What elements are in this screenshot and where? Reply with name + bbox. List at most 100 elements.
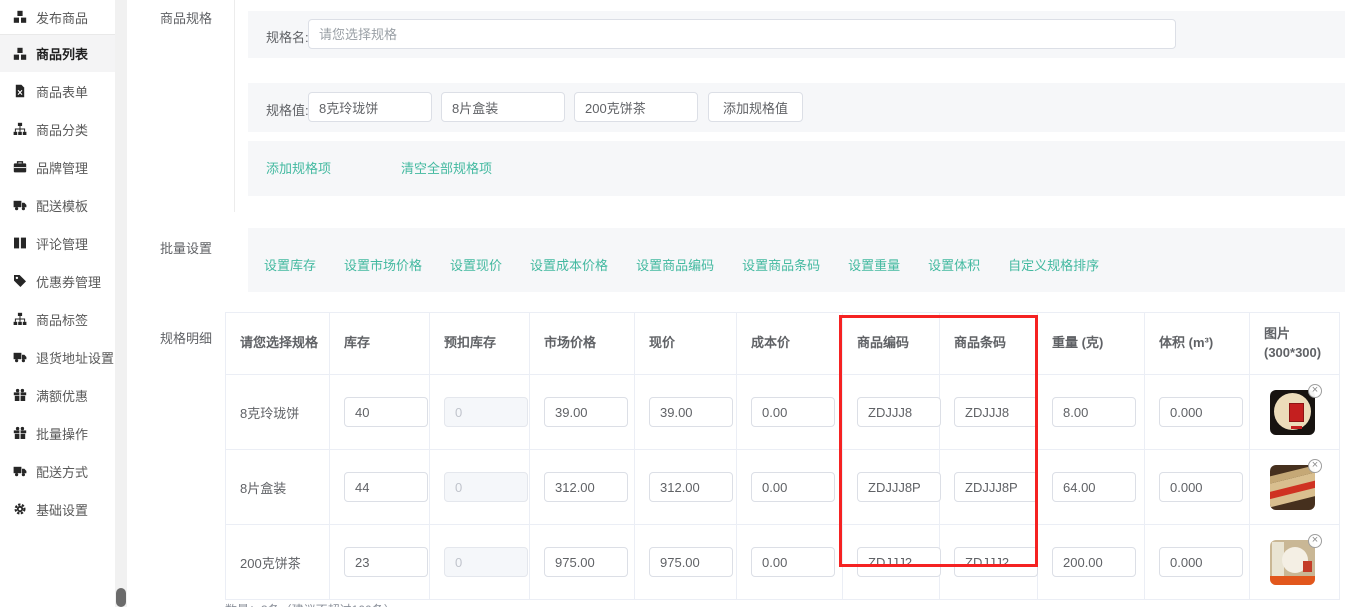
section-divider-line <box>234 0 235 212</box>
spec-value-panel: 规格值: 添加规格值 <box>248 83 1345 132</box>
batch-setting-link[interactable]: 设置重量 <box>848 255 900 274</box>
batch-setting-link[interactable]: 设置商品条码 <box>742 255 820 274</box>
sidebar-item[interactable]: 满额优惠 <box>0 376 115 414</box>
market-price-input[interactable] <box>544 397 628 427</box>
remove-image-icon[interactable] <box>1308 534 1322 548</box>
product-code-input[interactable] <box>857 397 941 427</box>
product-barcode-input[interactable] <box>954 397 1038 427</box>
sidebar-item[interactable]: 品牌管理 <box>0 148 115 186</box>
section-label-detail: 规格明细 <box>160 328 212 347</box>
batch-setting-link[interactable]: 设置市场价格 <box>344 255 422 274</box>
spec-value-input[interactable] <box>308 92 432 122</box>
table-cell <box>530 525 635 600</box>
batch-setting-link[interactable]: 自定义规格排序 <box>1008 255 1099 274</box>
remove-image-icon[interactable] <box>1308 384 1322 398</box>
current-price-input[interactable] <box>649 472 733 502</box>
spec-name-cell: 8片盒装 <box>226 450 330 525</box>
stock-input[interactable] <box>344 397 428 427</box>
table-header-cell: 成本价 <box>737 313 843 375</box>
withhold-stock-input <box>444 547 528 577</box>
spec-links-panel: 添加规格项 清空全部规格项 <box>248 141 1345 196</box>
sidebar-scrollbar-track <box>115 0 127 607</box>
batch-setting-link[interactable]: 设置库存 <box>264 255 316 274</box>
sidebar-item[interactable]: 配送方式 <box>0 452 115 490</box>
file-icon <box>13 84 27 98</box>
tea-cake-black-image[interactable] <box>1270 390 1315 435</box>
weight-input[interactable] <box>1052 472 1136 502</box>
sidebar-item-label: 批量操作 <box>36 424 88 443</box>
row-count-text: 数量：3条（建议不超过100条） <box>225 601 396 607</box>
cubes-icon <box>13 47 27 61</box>
sidebar-item[interactable]: 基础设置 <box>0 490 115 528</box>
cost-price-input[interactable] <box>751 472 835 502</box>
product-spec-page: 发布商品商品列表商品表单商品分类品牌管理配送模板评论管理优惠券管理商品标签退货地… <box>0 0 1345 607</box>
weight-input[interactable] <box>1052 397 1136 427</box>
sidebar-item[interactable]: 商品列表 <box>0 34 115 72</box>
clear-all-spec-link[interactable]: 清空全部规格项 <box>401 158 492 177</box>
batch-setting-link[interactable]: 设置商品编码 <box>636 255 714 274</box>
sidebar-item-label: 商品分类 <box>36 120 88 139</box>
volume-input[interactable] <box>1159 547 1243 577</box>
table-row: 8片盒装 <box>226 450 1340 525</box>
table-cell <box>1145 450 1250 525</box>
product-barcode-input[interactable] <box>954 547 1038 577</box>
product-code-input[interactable] <box>857 472 941 502</box>
sidebar-item-label: 基础设置 <box>36 500 88 519</box>
sidebar-item[interactable]: 批量操作 <box>0 414 115 452</box>
gear-icon <box>13 502 27 516</box>
market-price-input[interactable] <box>544 547 628 577</box>
batch-setting-link[interactable]: 设置现价 <box>450 255 502 274</box>
table-header-cell: 预扣库存 <box>430 313 530 375</box>
sidebar-item[interactable]: 商品标签 <box>0 300 115 338</box>
wooden-box-image[interactable] <box>1270 465 1315 510</box>
cost-price-input[interactable] <box>751 397 835 427</box>
remove-image-icon[interactable] <box>1308 459 1322 473</box>
sitemap-icon <box>13 312 27 326</box>
sidebar-item[interactable]: 配送模板 <box>0 186 115 224</box>
sidebar-scrollbar-thumb[interactable] <box>116 588 126 607</box>
spec-name-input[interactable] <box>308 19 1176 49</box>
spec-value-input[interactable] <box>441 92 565 122</box>
market-price-input[interactable] <box>544 472 628 502</box>
sidebar-item-label: 商品列表 <box>36 44 88 63</box>
sidebar-item[interactable]: 优惠券管理 <box>0 262 115 300</box>
weight-input[interactable] <box>1052 547 1136 577</box>
sidebar-item-label: 商品表单 <box>36 82 88 101</box>
product-code-input[interactable] <box>857 547 941 577</box>
truck-icon <box>13 350 27 364</box>
volume-input[interactable] <box>1159 472 1243 502</box>
tea-cake-stand-image[interactable] <box>1270 540 1315 585</box>
stock-input[interactable] <box>344 472 428 502</box>
spec-value-input[interactable] <box>574 92 698 122</box>
table-cell <box>737 525 843 600</box>
add-spec-value-button[interactable]: 添加规格值 <box>708 92 803 122</box>
tag-icon <box>13 274 27 288</box>
gift-icon <box>13 426 27 440</box>
table-header-cell: 请您选择规格 <box>226 313 330 375</box>
table-cell <box>737 375 843 450</box>
current-price-input[interactable] <box>649 547 733 577</box>
sidebar-item[interactable]: 评论管理 <box>0 224 115 262</box>
spec-detail-table: 请您选择规格库存预扣库存市场价格现价成本价商品编码商品条码重量 (克)体积 (m… <box>225 312 1340 600</box>
volume-input[interactable] <box>1159 397 1243 427</box>
table-cell <box>430 375 530 450</box>
add-spec-item-link[interactable]: 添加规格项 <box>266 158 331 177</box>
batch-links: 设置库存 设置市场价格 设置现价 设置成本价格 设置商品编码 设置商品条码 设置重量 设置体积… <box>264 255 1099 274</box>
table-header-cell: 市场价格 <box>530 313 635 375</box>
sidebar-item[interactable]: 商品分类 <box>0 110 115 148</box>
table-cell <box>1145 525 1250 600</box>
batch-setting-link[interactable]: 设置体积 <box>928 255 980 274</box>
sidebar-item[interactable]: 商品表单 <box>0 72 115 110</box>
product-barcode-input[interactable] <box>954 472 1038 502</box>
sidebar-item-label: 满额优惠 <box>36 386 88 405</box>
stock-input[interactable] <box>344 547 428 577</box>
cost-price-input[interactable] <box>751 547 835 577</box>
current-price-input[interactable] <box>649 397 733 427</box>
sidebar-item[interactable]: 发布商品 <box>0 0 115 34</box>
batch-setting-link[interactable]: 设置成本价格 <box>530 255 608 274</box>
table-cell <box>530 375 635 450</box>
table-header-cell: 体积 (m³) <box>1145 313 1250 375</box>
table-cell <box>843 375 940 450</box>
sidebar-item[interactable]: 退货地址设置 <box>0 338 115 376</box>
withhold-stock-input <box>444 472 528 502</box>
